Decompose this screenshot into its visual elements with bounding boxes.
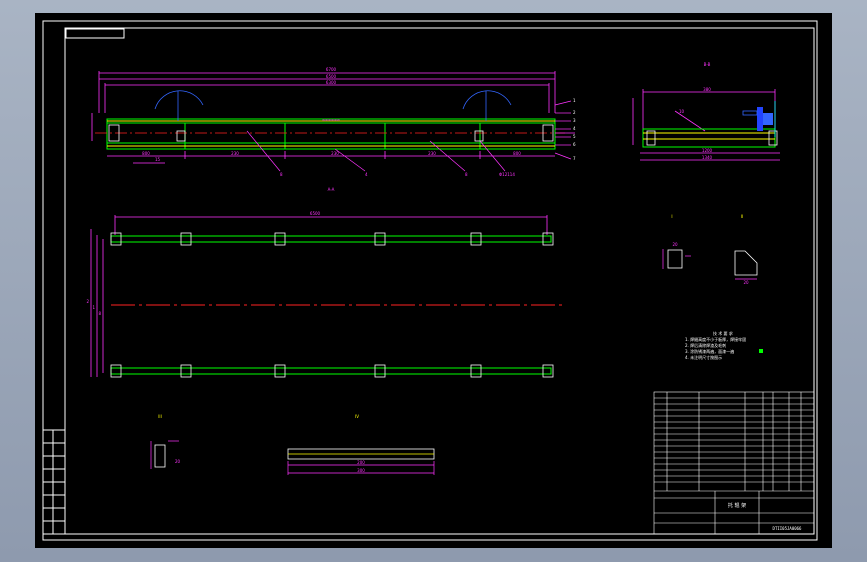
detail-4-dim-2: 300 bbox=[357, 468, 365, 473]
detail-2: II 20 bbox=[734, 214, 758, 285]
plan-dim-top: 6500 bbox=[310, 211, 321, 216]
main-view: 6700 6500 6300 WWWWWW 800 230 230 230 80… bbox=[91, 67, 576, 192]
dim-b-1: 800 bbox=[142, 151, 150, 156]
dim-b-2: 230 bbox=[231, 151, 239, 156]
detail-1: I 20 bbox=[662, 214, 691, 269]
section-dim-b2: 1340 bbox=[702, 155, 713, 160]
tech-notes: 技 术 要 求 1. 焊缝高度不小于板厚，焊接牢固 2. 焊后清除焊渣及毛刺 3… bbox=[685, 330, 763, 360]
balloon-1: 1 bbox=[573, 98, 576, 103]
section-body bbox=[642, 128, 776, 148]
dim-overall: 6700 bbox=[326, 67, 337, 72]
detail-3: III 20 bbox=[150, 414, 181, 469]
section-label: A-A bbox=[328, 187, 335, 192]
outer-frame bbox=[42, 20, 818, 541]
title-block-name: 托 辊 架 bbox=[728, 502, 746, 509]
title-block-drawing-no: DTII05JA0066 bbox=[773, 526, 802, 531]
drawing-sheet: 6700 6500 6300 WWWWWW 800 230 230 230 80… bbox=[35, 13, 832, 548]
balloon-6: 6 bbox=[573, 142, 576, 147]
dim-middle: 6500 bbox=[326, 74, 337, 79]
balloon-5: 5 bbox=[573, 134, 576, 139]
note-2: 2. 焊后清除焊渣及毛刺 bbox=[685, 342, 726, 348]
balloon-7: 7 bbox=[573, 156, 576, 161]
detail-3-title: III bbox=[158, 414, 162, 419]
roller-bracket bbox=[742, 101, 776, 137]
section-title: B-B bbox=[704, 62, 711, 67]
balloon-2: 2 bbox=[573, 110, 576, 115]
balloon-3: 3 bbox=[573, 118, 576, 123]
section-dim-leader: 10 bbox=[679, 109, 685, 114]
plan-dim-left-2: 1 bbox=[92, 305, 95, 310]
parts-list bbox=[653, 391, 815, 535]
frame bbox=[42, 20, 818, 541]
left-strip bbox=[42, 429, 66, 535]
balloon-4: 4 bbox=[573, 126, 576, 131]
plan-view: 6500 2 1 8 bbox=[86, 211, 565, 378]
plan-dim-left-3: 8 bbox=[98, 311, 101, 316]
section-view: B-B 380 10 1200 1340 bbox=[632, 62, 780, 161]
detail-2-title: II bbox=[741, 214, 743, 219]
plan-bottom-rail bbox=[110, 367, 552, 375]
leader-5: 15 bbox=[155, 157, 161, 162]
note-4: 4. 未注明尺寸按图示 bbox=[685, 354, 722, 360]
note-1: 1. 焊缝高度不小于板厚，焊接牢固 bbox=[685, 336, 746, 342]
detail-1-dim: 20 bbox=[672, 242, 678, 247]
leader-4: Φ12114 bbox=[499, 172, 515, 177]
plan-dim-left-1: 2 bbox=[86, 299, 89, 304]
leader-1: 8 bbox=[280, 172, 283, 177]
detail-4: IV 200 300 bbox=[287, 414, 435, 475]
detail-4-title: IV bbox=[355, 414, 359, 419]
corner-box bbox=[65, 28, 125, 39]
detail-1-title: I bbox=[671, 214, 672, 219]
dim-b-3: 230 bbox=[331, 151, 339, 156]
detail-2-dim: 20 bbox=[743, 280, 749, 285]
dim-inner: 6300 bbox=[326, 80, 337, 85]
notes-title: 技 术 要 求 bbox=[713, 330, 733, 336]
section-dim-top: 380 bbox=[703, 87, 711, 92]
dim-b-4: 230 bbox=[428, 151, 436, 156]
detail-4-dim-1: 200 bbox=[357, 460, 365, 465]
leader-3: 8 bbox=[465, 172, 468, 177]
leader-2: 4 bbox=[365, 172, 368, 177]
note-3: 3. 涂防锈漆两遍，面漆一遍 bbox=[685, 348, 734, 354]
section-dim-b1: 1200 bbox=[702, 148, 713, 153]
mid-label: WWWWWW bbox=[322, 118, 340, 122]
plan-top-rail bbox=[110, 235, 552, 243]
dim-b-5: 800 bbox=[513, 151, 521, 156]
cad-drawing: 6700 6500 6300 WWWWWW 800 230 230 230 80… bbox=[42, 20, 818, 541]
detail-3-dim: 20 bbox=[175, 459, 181, 464]
